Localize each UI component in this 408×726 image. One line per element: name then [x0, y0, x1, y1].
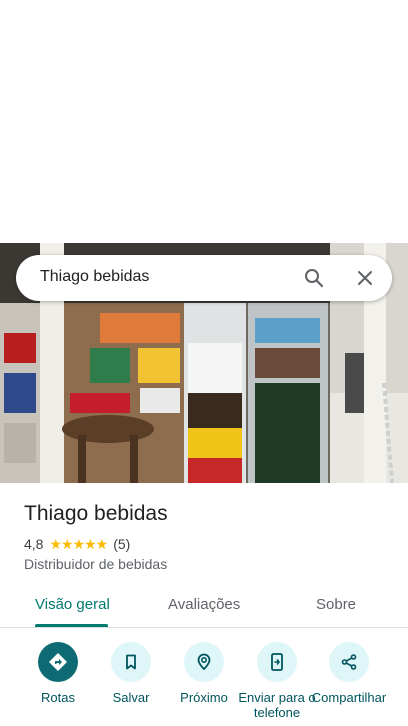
share-icon [329, 642, 369, 682]
nearby-label: Próximo [180, 690, 228, 705]
rating-row[interactable]: 4,8 ★★★★★ (5) [24, 535, 131, 553]
tab-reviews[interactable]: Avaliações [168, 596, 240, 613]
share-button[interactable]: Compartilhar [309, 642, 389, 705]
close-icon[interactable] [353, 266, 377, 290]
tab-about[interactable]: Sobre [316, 596, 356, 613]
tabs-divider [0, 627, 408, 628]
send-to-phone-label: Enviar para o telefone [238, 690, 316, 720]
rating-stars-icon: ★★★★★ [49, 535, 108, 552]
map-area-blank [0, 0, 408, 243]
search-input[interactable]: Thiago bebidas [40, 268, 149, 286]
nearby-icon [184, 642, 224, 682]
place-title: Thiago bebidas [24, 502, 168, 525]
place-category: Distribuidor de bebidas [24, 556, 168, 572]
directions-button[interactable]: Rotas [18, 642, 98, 705]
send-to-phone-icon [257, 642, 297, 682]
share-label: Compartilhar [311, 690, 387, 705]
send-to-phone-button[interactable]: Enviar para o telefone [237, 642, 317, 720]
directions-label: Rotas [41, 690, 75, 705]
search-bar[interactable]: Thiago bebidas [16, 255, 392, 301]
search-icon[interactable] [302, 266, 326, 290]
directions-icon [38, 642, 78, 682]
save-button[interactable]: Salvar [91, 642, 171, 705]
rating-value: 4,8 [24, 536, 44, 552]
tab-overview[interactable]: Visão geral [35, 596, 110, 613]
bookmark-icon [111, 642, 151, 682]
nearby-button[interactable]: Próximo [164, 642, 244, 705]
reviews-count: (5) [113, 536, 131, 552]
save-label: Salvar [112, 690, 150, 705]
